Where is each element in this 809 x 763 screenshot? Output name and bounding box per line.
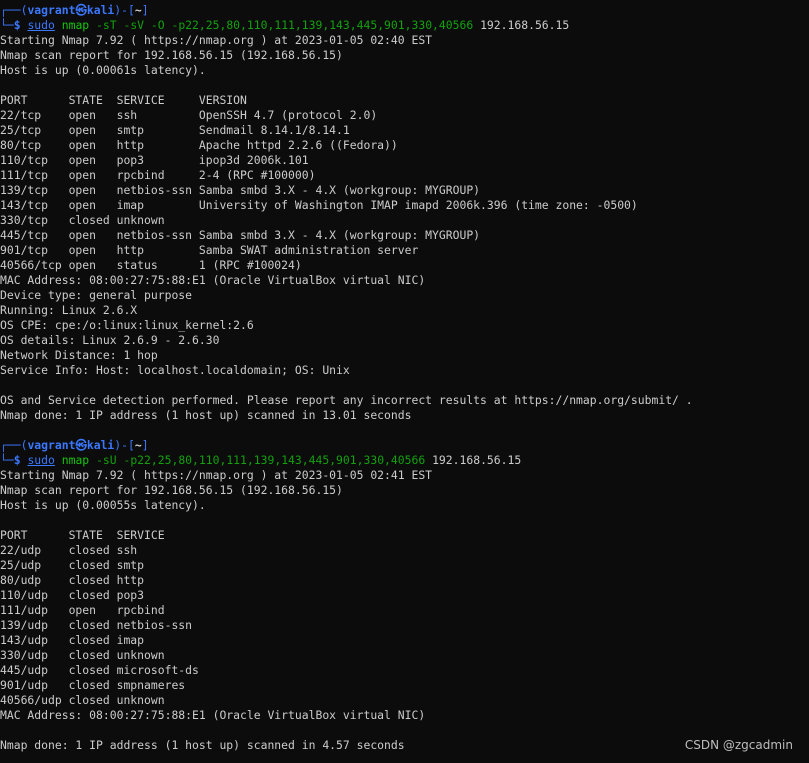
prompt-dollar: $	[13, 453, 21, 467]
prompt-frame: )-[	[114, 3, 135, 17]
output-line: Service Info: Host: localhost.localdomai…	[0, 363, 350, 377]
output-line: 111/udp open rpcbind	[0, 603, 165, 617]
terminal-window[interactable]: ┌──(vagrant㉿kali)-[~] └─$ sudo nmap -sT -…	[0, 3, 809, 753]
output-line: 40566/udp closed unknown	[0, 693, 165, 707]
prompt-header: ┌──(vagrant㉿kali)-[~]	[0, 3, 809, 18]
command-target: 192.168.56.15	[432, 453, 522, 467]
command-program: nmap	[61, 453, 90, 467]
prompt-frame: └─	[0, 453, 14, 467]
output-line: Host is up (0.00061s latency).	[0, 63, 206, 77]
output-line: 25/tcp open smtp Sendmail 8.14.1/8.14.1	[0, 123, 350, 137]
output-line: 445/tcp open netbios-ssn Samba smbd 3.X …	[0, 228, 481, 242]
output-line: 110/udp closed pop3	[0, 588, 145, 602]
command-program: nmap	[61, 18, 90, 32]
output-line: 330/tcp closed unknown	[0, 213, 165, 227]
output-line: Host is up (0.00055s latency).	[0, 498, 206, 512]
command-args: -sU -p22,25,80,110,111,139,143,445,901,3…	[96, 453, 426, 467]
prompt-dollar: $	[13, 18, 21, 32]
prompt-frame: ┌──(	[0, 438, 28, 452]
output-line: 111/tcp open rpcbind 2-4 (RPC #100000)	[0, 168, 316, 182]
output-line: 25/udp closed smtp	[0, 558, 145, 572]
output-line: Nmap scan report for 192.168.56.15 (192.…	[0, 48, 343, 62]
output-line: 139/tcp open netbios-ssn Samba smbd 3.X …	[0, 183, 481, 197]
output-line: 143/tcp open imap University of Washingt…	[0, 198, 638, 212]
output-line: 80/tcp open http Apache httpd 2.2.6 ((Fe…	[0, 138, 398, 152]
output-line: PORT STATE SERVICE VERSION	[0, 93, 247, 107]
output-line: OS details: Linux 2.6.9 - 2.6.30	[0, 333, 220, 347]
command-line[interactable]: └─$ sudo nmap -sU -p22,25,80,110,111,139…	[0, 453, 809, 468]
command-line[interactable]: └─$ sudo nmap -sT -sV -O -p22,25,80,110,…	[0, 18, 809, 33]
output-line: 22/tcp open ssh OpenSSH 4.7 (protocol 2.…	[0, 108, 378, 122]
output-line: 143/udp closed imap	[0, 633, 145, 647]
command-target: 192.168.56.15	[480, 18, 570, 32]
output-line: Nmap done: 1 IP address (1 host up) scan…	[0, 408, 412, 422]
output-line: 901/udp closed smpnameres	[0, 678, 186, 692]
prompt-separator: ㉿	[75, 3, 87, 17]
output-line: OS CPE: cpe:/o:linux:linux_kernel:2.6	[0, 318, 254, 332]
prompt-cwd: ~	[134, 3, 142, 17]
output-line: Starting Nmap 7.92 ( https://nmap.org ) …	[0, 33, 433, 47]
prompt-user: vagrant	[27, 438, 76, 452]
prompt-user: vagrant	[27, 3, 76, 17]
output-line: Network Distance: 1 hop	[0, 348, 158, 362]
output-line: 445/udp closed microsoft-ds	[0, 663, 199, 677]
output-line: Nmap scan report for 192.168.56.15 (192.…	[0, 483, 343, 497]
output-line: 22/udp closed ssh	[0, 543, 138, 557]
output-line: MAC Address: 08:00:27:75:88:E1 (Oracle V…	[0, 708, 426, 722]
output-line: Starting Nmap 7.92 ( https://nmap.org ) …	[0, 468, 433, 482]
prompt-host: kali	[86, 438, 115, 452]
command-sudo: sudo	[27, 18, 55, 32]
output-line: 40566/tcp open status 1 (RPC #100024)	[0, 258, 302, 272]
output-line: 80/udp closed http	[0, 573, 145, 587]
watermark: CSDN @zgcadmin	[684, 738, 793, 752]
output-line: 139/udp closed netbios-ssn	[0, 618, 193, 632]
prompt-frame: )-[	[114, 438, 135, 452]
prompt-frame: └─	[0, 18, 14, 32]
command-sudo: sudo	[27, 453, 55, 467]
output-line: PORT STATE SERVICE	[0, 528, 165, 542]
prompt-frame: ]	[141, 3, 149, 17]
prompt-frame: ]	[141, 438, 149, 452]
output-line: MAC Address: 08:00:27:75:88:E1 (Oracle V…	[0, 273, 426, 287]
output-line: 110/tcp open pop3 ipop3d 2006k.101	[0, 153, 309, 167]
output-line: 901/tcp open http Samba SWAT administrat…	[0, 243, 419, 257]
prompt-separator: ㉿	[75, 438, 87, 452]
output-line: 330/udp closed unknown	[0, 648, 165, 662]
command-args: -sT -sV -O -p22,25,80,110,111,139,143,44…	[96, 18, 474, 32]
prompt-frame: ┌──(	[0, 3, 28, 17]
output-line: OS and Service detection performed. Plea…	[0, 393, 693, 407]
prompt-header: ┌──(vagrant㉿kali)-[~]	[0, 438, 809, 453]
prompt-host: kali	[86, 3, 115, 17]
output-line: Running: Linux 2.6.X	[0, 303, 138, 317]
output-line: Device type: general purpose	[0, 288, 193, 302]
prompt-cwd: ~	[134, 438, 142, 452]
